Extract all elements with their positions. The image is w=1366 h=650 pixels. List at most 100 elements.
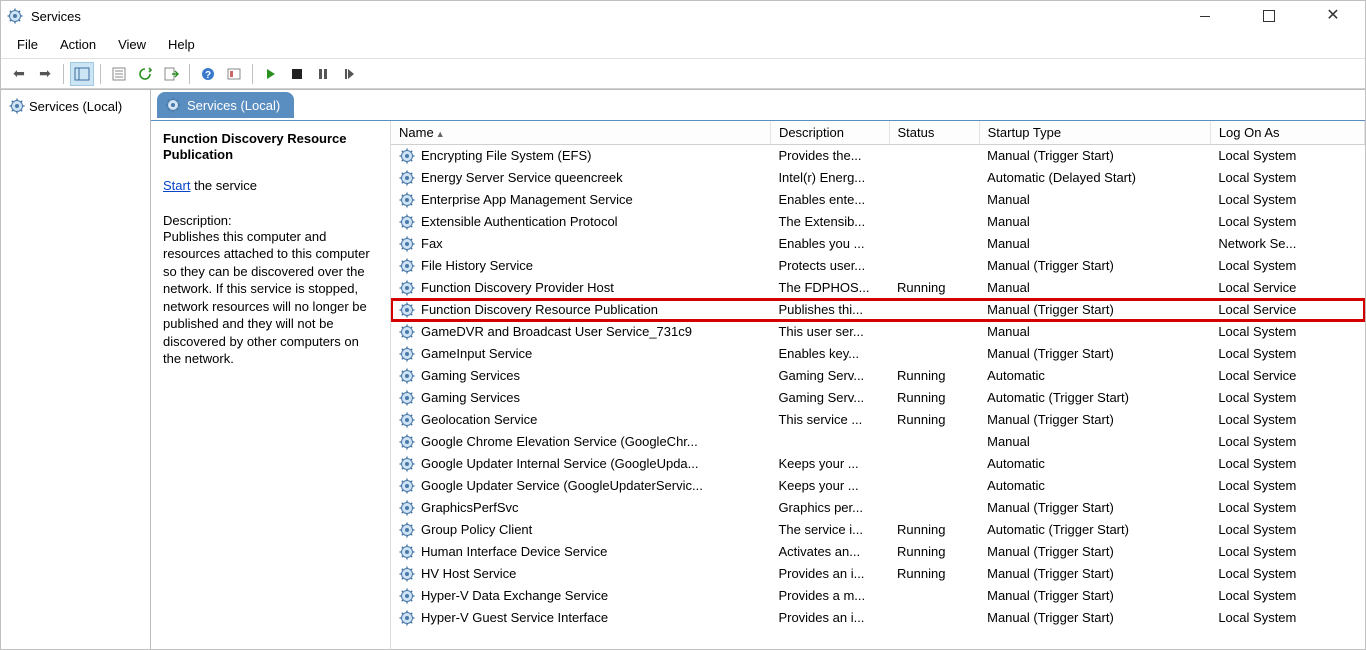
column-header-description[interactable]: Description [770, 121, 889, 145]
tab-services-local[interactable]: Services (Local) [157, 92, 294, 118]
tree-pane: Services (Local) [1, 90, 151, 649]
toolbar-separator [189, 64, 190, 84]
service-row[interactable]: Function Discovery Resource PublicationP… [391, 299, 1365, 321]
service-name-text: GraphicsPerfSvc [421, 500, 519, 515]
help-button[interactable]: ? [196, 62, 220, 86]
refresh-button[interactable] [133, 62, 157, 86]
service-name-text: Function Discovery Resource Publication [421, 302, 658, 317]
menubar: File Action View Help [1, 31, 1365, 59]
service-startup: Manual [979, 189, 1210, 211]
service-name-text: Energy Server Service queencreek [421, 170, 623, 185]
service-row[interactable]: Hyper-V Guest Service InterfaceProvides … [391, 607, 1365, 629]
service-logon: Local System [1210, 585, 1364, 607]
service-list[interactable]: Name▲ Description Status Startup Type Lo… [391, 121, 1365, 649]
service-row[interactable]: GameDVR and Broadcast User Service_731c9… [391, 321, 1365, 343]
gear-icon [399, 148, 415, 164]
gear-icon [399, 434, 415, 450]
service-startup: Automatic [979, 475, 1210, 497]
forward-button[interactable]: ➡ [33, 62, 57, 86]
properties-button[interactable] [107, 62, 131, 86]
service-startup: Manual (Trigger Start) [979, 541, 1210, 563]
service-startup: Automatic [979, 365, 1210, 387]
service-row[interactable]: GraphicsPerfSvcGraphics per...Manual (Tr… [391, 497, 1365, 519]
service-row[interactable]: Geolocation ServiceThis service ...Runni… [391, 409, 1365, 431]
description-text: Publishes this computer and resources at… [163, 228, 378, 368]
menu-view[interactable]: View [108, 33, 156, 56]
filter-button[interactable] [222, 62, 246, 86]
arrow-left-icon: ⬅ [13, 65, 25, 82]
service-logon: Local System [1210, 431, 1364, 453]
service-row[interactable]: Energy Server Service queencreekIntel(r)… [391, 167, 1365, 189]
service-description: The Extensib... [770, 211, 889, 233]
close-icon: ✕ [1326, 8, 1339, 24]
service-row[interactable]: File History ServiceProtects user...Manu… [391, 255, 1365, 277]
gear-icon [399, 258, 415, 274]
service-name-text: Geolocation Service [421, 412, 537, 427]
menu-file[interactable]: File [7, 33, 48, 56]
service-row[interactable]: HV Host ServiceProvides an i...RunningMa… [391, 563, 1365, 585]
service-startup: Automatic [979, 453, 1210, 475]
show-hide-tree-button[interactable] [70, 62, 94, 86]
service-startup: Automatic (Delayed Start) [979, 167, 1210, 189]
close-button[interactable]: ✕ [1311, 2, 1355, 30]
description-label: Description: [163, 213, 378, 228]
service-startup: Manual [979, 233, 1210, 255]
pause-service-button[interactable] [311, 62, 335, 86]
service-logon: Local System [1210, 541, 1364, 563]
menu-help[interactable]: Help [158, 33, 205, 56]
service-row[interactable]: Enterprise App Management ServiceEnables… [391, 189, 1365, 211]
app-gear-icon [7, 8, 23, 24]
service-startup: Manual (Trigger Start) [979, 497, 1210, 519]
back-button[interactable]: ⬅ [7, 62, 31, 86]
service-logon: Local System [1210, 607, 1364, 629]
service-row[interactable]: Group Policy ClientThe service i...Runni… [391, 519, 1365, 541]
export-list-button[interactable] [159, 62, 183, 86]
start-service-button[interactable] [259, 62, 283, 86]
service-row[interactable]: Encrypting File System (EFS)Provides the… [391, 145, 1365, 167]
minimize-button[interactable] [1183, 2, 1227, 30]
service-row[interactable]: Extensible Authentication ProtocolThe Ex… [391, 211, 1365, 233]
window-title: Services [31, 9, 1183, 24]
service-logon: Local System [1210, 387, 1364, 409]
column-header-status[interactable]: Status [889, 121, 979, 145]
service-row[interactable]: GameInput ServiceEnables key...Manual (T… [391, 343, 1365, 365]
detail-panel: Function Discovery Resource Publication … [151, 121, 391, 649]
maximize-button[interactable] [1247, 2, 1291, 30]
column-header-startup[interactable]: Startup Type [979, 121, 1210, 145]
menu-action[interactable]: Action [50, 33, 106, 56]
service-status [889, 321, 979, 343]
gear-icon [165, 97, 181, 113]
refresh-icon [137, 66, 153, 82]
tree-root-node[interactable]: Services (Local) [5, 96, 146, 116]
gear-icon [399, 390, 415, 406]
gear-icon [399, 500, 415, 516]
gear-icon [399, 412, 415, 428]
column-header-name[interactable]: Name▲ [391, 121, 770, 145]
gear-icon [9, 98, 25, 114]
service-logon: Network Se... [1210, 233, 1364, 255]
service-startup: Manual (Trigger Start) [979, 585, 1210, 607]
service-startup: Manual [979, 277, 1210, 299]
service-name-text: HV Host Service [421, 566, 516, 581]
gear-icon [399, 236, 415, 252]
service-row[interactable]: Function Discovery Provider HostThe FDPH… [391, 277, 1365, 299]
column-header-logon[interactable]: Log On As [1210, 121, 1364, 145]
service-logon: Local System [1210, 497, 1364, 519]
service-startup: Automatic (Trigger Start) [979, 387, 1210, 409]
service-row[interactable]: Human Interface Device ServiceActivates … [391, 541, 1365, 563]
service-row[interactable]: Google Updater Service (GoogleUpdaterSer… [391, 475, 1365, 497]
properties-icon [111, 66, 127, 82]
service-description: Provides a m... [770, 585, 889, 607]
start-service-link[interactable]: Start [163, 178, 190, 193]
service-name-text: Hyper-V Data Exchange Service [421, 588, 608, 603]
service-row[interactable]: Google Chrome Elevation Service (GoogleC… [391, 431, 1365, 453]
service-row[interactable]: Google Updater Internal Service (GoogleU… [391, 453, 1365, 475]
service-startup: Manual [979, 211, 1210, 233]
service-row[interactable]: Gaming ServicesGaming Serv...RunningAuto… [391, 387, 1365, 409]
restart-service-button[interactable] [337, 62, 361, 86]
service-row[interactable]: Hyper-V Data Exchange Service Provides a … [391, 585, 1365, 607]
stop-service-button[interactable] [285, 62, 309, 86]
service-row[interactable]: FaxEnables you ...ManualNetwork Se... [391, 233, 1365, 255]
service-row[interactable]: Gaming ServicesGaming Serv...RunningAuto… [391, 365, 1365, 387]
service-logon: Local System [1210, 167, 1364, 189]
